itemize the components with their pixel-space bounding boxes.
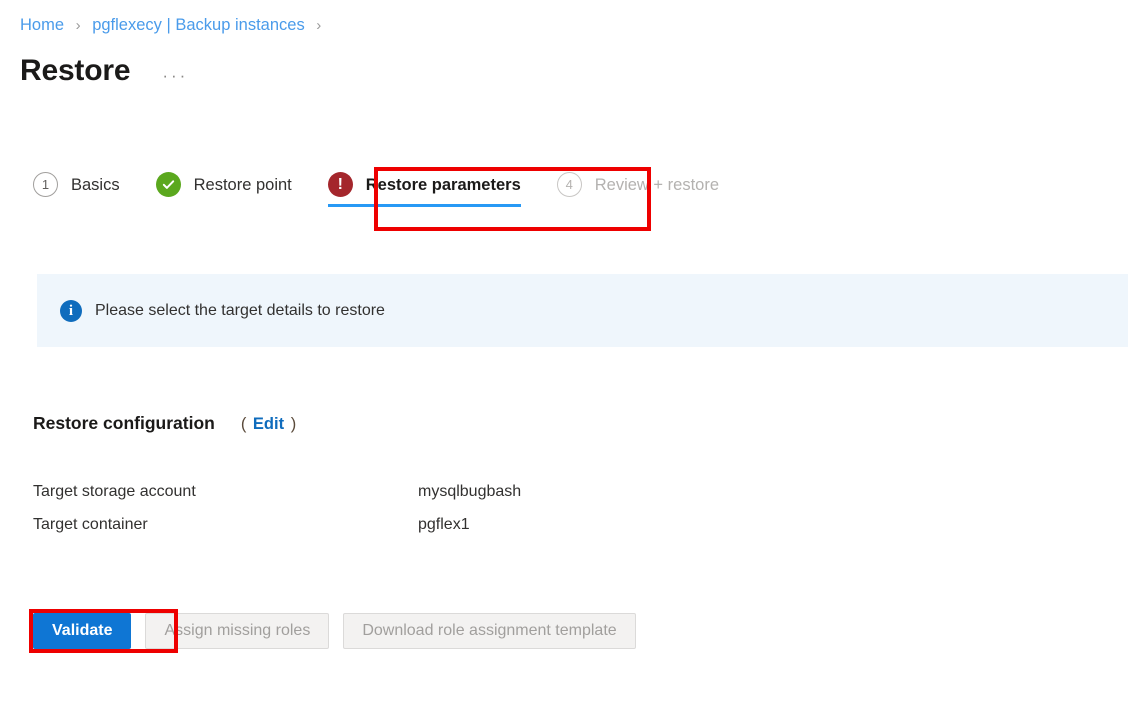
breadcrumb: Home › pgflexecy | Backup instances › — [20, 14, 328, 37]
validate-button[interactable]: Validate — [33, 613, 132, 649]
paren-close: ) — [290, 415, 297, 433]
wizard-step-review-restore[interactable]: 4 Review + restore — [556, 172, 720, 207]
info-banner-message: Please select the target details to rest… — [95, 301, 385, 319]
detail-value: mysqlbugbash — [418, 483, 522, 500]
info-icon: i — [60, 299, 82, 322]
restore-configuration-details: Target storage account mysqlbugbash Targ… — [33, 481, 733, 547]
step-number-badge: 4 — [556, 172, 582, 197]
wizard-step-label: Restore parameters — [365, 175, 521, 194]
wizard-step-label: Basics — [71, 175, 120, 194]
exclamation-glyph: ! — [337, 175, 343, 193]
breadcrumb-item-backup-instances[interactable]: pgflexecy | Backup instances — [92, 16, 305, 34]
wizard-step-restore-point[interactable]: Restore point — [155, 172, 292, 207]
detail-row: Target container pgflex1 — [33, 514, 733, 536]
breadcrumb-item-home[interactable]: Home — [20, 16, 64, 34]
detail-value: pgflex1 — [418, 516, 470, 533]
page-title: Restore — [20, 54, 131, 87]
restore-configuration-header: Restore configuration ( Edit ) — [33, 411, 296, 436]
download-role-assignment-template-button: Download role assignment template — [343, 613, 636, 649]
detail-label: Target storage account — [33, 483, 196, 500]
wizard-steps: 1 Basics Restore point ! Restore paramet… — [33, 172, 755, 207]
detail-row: Target storage account mysqlbugbash — [33, 481, 733, 503]
error-circle-icon: ! — [327, 172, 353, 197]
assign-missing-roles-button: Assign missing roles — [145, 613, 330, 649]
section-title: Restore configuration — [33, 413, 215, 433]
paren-open: ( — [240, 415, 247, 433]
detail-label: Target container — [33, 516, 148, 533]
active-tab-underline — [327, 204, 521, 207]
wizard-step-label: Restore point — [193, 175, 292, 194]
check-circle-icon — [155, 172, 181, 197]
more-options-icon[interactable]: ··· — [162, 59, 188, 84]
page-header: Restore ··· — [20, 53, 188, 89]
breadcrumb-separator-icon: › — [316, 17, 322, 34]
info-banner: i Please select the target details to re… — [37, 274, 1128, 347]
step-number-badge: 1 — [33, 172, 58, 197]
wizard-step-basics[interactable]: 1 Basics — [33, 172, 120, 207]
wizard-step-label: Review + restore — [594, 175, 720, 194]
edit-link-group: ( Edit ) — [241, 412, 296, 436]
action-buttons: Validate Assign missing roles Download r… — [33, 613, 650, 649]
wizard-step-restore-parameters[interactable]: ! Restore parameters — [327, 172, 521, 207]
edit-link[interactable]: Edit — [253, 415, 284, 433]
breadcrumb-separator-icon: › — [75, 17, 81, 34]
